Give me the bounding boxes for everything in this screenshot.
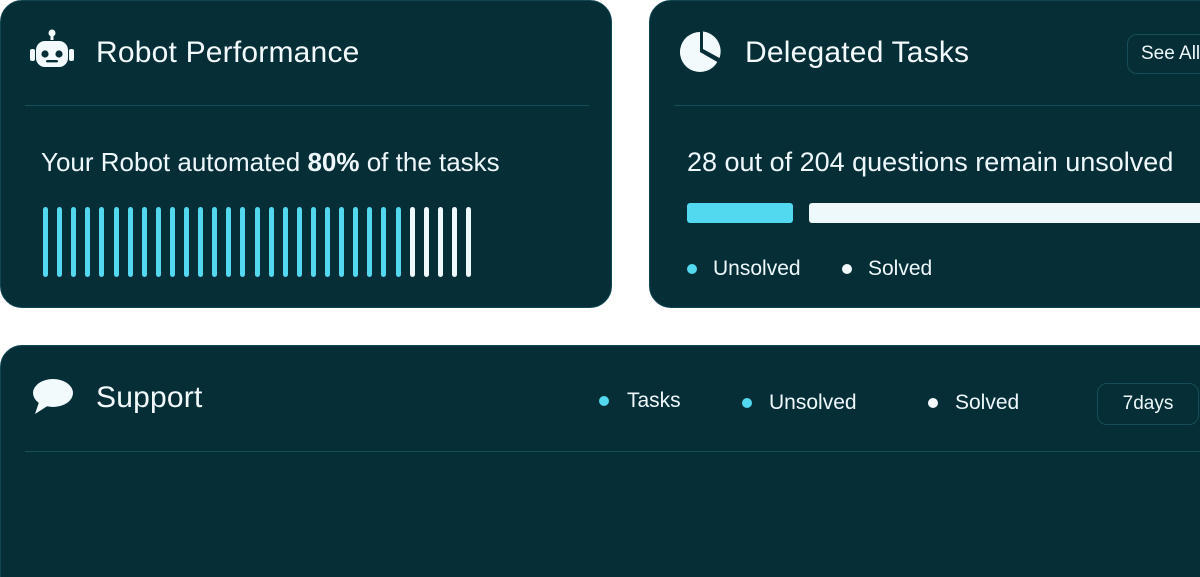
chat-bubble-icon bbox=[33, 379, 73, 414]
automated-bar bbox=[85, 207, 91, 277]
manual-bar bbox=[409, 207, 415, 277]
automated-bar bbox=[198, 207, 204, 277]
support-legend-dot-tasks bbox=[599, 396, 609, 406]
automated-bar bbox=[43, 207, 48, 277]
support-legend-dot-unsolved bbox=[742, 398, 752, 408]
automated-bar bbox=[268, 207, 274, 277]
automated-bar bbox=[141, 207, 147, 277]
legend-label-unsolved: Unsolved bbox=[713, 257, 801, 280]
automated-bar bbox=[325, 207, 330, 277]
support-legend-label-unsolved: Unsolved bbox=[769, 391, 857, 414]
automated-bar bbox=[113, 207, 119, 277]
pie-chart-icon bbox=[679, 31, 721, 72]
robot-summary-value: 80% bbox=[307, 147, 360, 177]
automated-bar bbox=[99, 207, 105, 277]
manual-bar bbox=[437, 207, 443, 277]
automated-bar bbox=[367, 207, 373, 277]
see-all-button[interactable]: See All bbox=[1127, 34, 1200, 74]
solved-progress-bar bbox=[809, 203, 1200, 223]
robot-performance-card: Robot Performance Your Robot automated 8… bbox=[0, 0, 612, 308]
robot-summary: Your Robot automated 80% of the tasks bbox=[41, 147, 500, 178]
automated-bar bbox=[254, 207, 260, 277]
automated-bar bbox=[296, 207, 302, 277]
delegated-tasks-divider bbox=[674, 105, 1200, 106]
support-legend-label-tasks: Tasks bbox=[627, 389, 681, 412]
automated-bar bbox=[240, 207, 246, 277]
automated-bar bbox=[395, 207, 401, 277]
time-range-selector[interactable]: 7days bbox=[1097, 383, 1199, 425]
automated-bar bbox=[282, 207, 288, 277]
automated-bar bbox=[310, 207, 316, 277]
support-divider bbox=[25, 451, 1200, 452]
automated-bar bbox=[155, 207, 161, 277]
automated-bar bbox=[226, 207, 232, 277]
robot-icon bbox=[30, 29, 74, 67]
robot-summary-suffix: of the tasks bbox=[359, 147, 500, 177]
tasks-summary: 28 out of 204 questions remain unsolved bbox=[687, 147, 1174, 177]
automated-bar bbox=[184, 207, 189, 277]
legend-dot-solved bbox=[842, 264, 852, 274]
support-title: Support bbox=[96, 381, 203, 414]
automated-bar bbox=[339, 207, 345, 277]
automated-bar bbox=[169, 207, 175, 277]
robot-performance-divider bbox=[25, 105, 589, 106]
delegated-tasks-title: Delegated Tasks bbox=[745, 36, 970, 69]
dashboard: Robot Performance Your Robot automated 8… bbox=[0, 0, 1200, 577]
robot-summary-prefix: Your Robot automated bbox=[41, 147, 308, 177]
automation-bars bbox=[43, 207, 563, 277]
legend-dot-unsolved bbox=[687, 264, 697, 274]
automated-bar bbox=[127, 207, 133, 277]
automated-bar bbox=[353, 207, 359, 277]
support-legend-dot-solved bbox=[928, 398, 938, 408]
automated-bar bbox=[212, 207, 218, 277]
legend-label-solved: Solved bbox=[868, 257, 933, 280]
manual-bar bbox=[423, 207, 429, 277]
manual-bar bbox=[466, 207, 471, 277]
unsolved-progress-bar bbox=[687, 203, 793, 223]
delegated-tasks-card: Delegated Tasks See All 28 out of 204 qu… bbox=[649, 0, 1200, 308]
automated-bar bbox=[71, 207, 77, 277]
robot-performance-title: Robot Performance bbox=[96, 36, 360, 69]
manual-bar bbox=[451, 207, 457, 277]
automated-bar bbox=[57, 207, 63, 277]
support-card: Support Tasks Unsolved Solved 7days bbox=[0, 345, 1200, 577]
automated-bar bbox=[381, 207, 387, 277]
support-legend-label-solved: Solved bbox=[955, 391, 1020, 414]
